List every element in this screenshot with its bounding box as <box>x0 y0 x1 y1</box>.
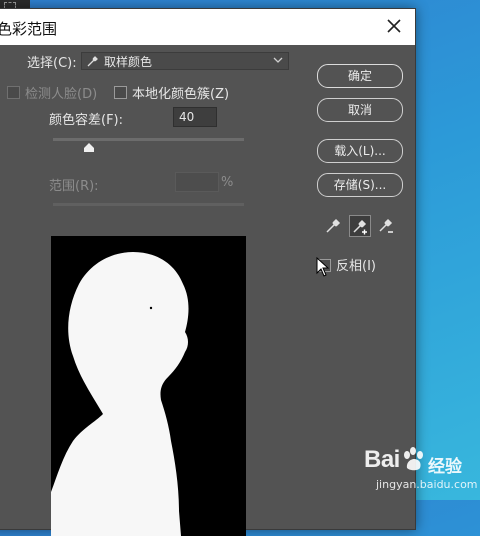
select-dropdown[interactable]: 取样颜色 <box>81 52 289 70</box>
detect-faces-checkbox[interactable] <box>7 86 20 99</box>
fuzziness-input[interactable]: 40 <box>173 107 217 127</box>
cancel-button[interactable]: 取消 <box>317 98 403 122</box>
range-unit: % <box>221 175 234 190</box>
localized-clusters-label: 本地化颜色簇(Z) <box>132 87 230 102</box>
eyedropper-plus-icon[interactable] <box>349 215 371 237</box>
color-range-dialog: 色彩范围 选择(C): 取样颜色 检测人脸(D) 本地化颜色簇(Z) 颜色容差(… <box>0 8 416 536</box>
mouse-cursor-icon <box>316 257 330 277</box>
range-input[interactable] <box>175 172 219 192</box>
selection-preview <box>51 236 246 536</box>
invert-label: 反相(I) <box>336 259 376 274</box>
eyedropper-minus-icon[interactable] <box>376 215 396 235</box>
ok-button[interactable]: 确定 <box>317 64 403 88</box>
dialog-title: 色彩范围 <box>0 20 58 38</box>
close-icon[interactable] <box>385 17 403 35</box>
watermark-url: jingyan.baidu.com <box>376 478 478 491</box>
eyedropper-icon <box>87 56 98 67</box>
eyedropper-icon[interactable] <box>323 215 343 235</box>
range-label: 范围(R): <box>49 179 99 194</box>
silhouette-mask <box>51 252 189 536</box>
chevron-down-icon <box>273 57 283 63</box>
title-bar: 色彩范围 <box>0 9 415 45</box>
save-button[interactable]: 存储(S)... <box>317 173 403 197</box>
select-value: 取样颜色 <box>104 55 153 69</box>
localized-clusters-checkbox[interactable] <box>114 86 127 99</box>
fuzziness-slider-track[interactable] <box>53 138 244 141</box>
range-slider-track[interactable] <box>53 203 244 206</box>
paw-icon <box>404 447 423 471</box>
load-button[interactable]: 载入(L)... <box>317 139 403 163</box>
watermark-brand: Bai <box>364 446 400 473</box>
detect-faces-label: 检测人脸(D) <box>25 87 98 102</box>
fuzziness-slider-thumb[interactable] <box>84 143 95 152</box>
select-label: 选择(C): <box>27 56 77 71</box>
watermark-brand-cn: 经验 <box>428 457 462 477</box>
fuzziness-label: 颜色容差(F): <box>49 113 124 128</box>
